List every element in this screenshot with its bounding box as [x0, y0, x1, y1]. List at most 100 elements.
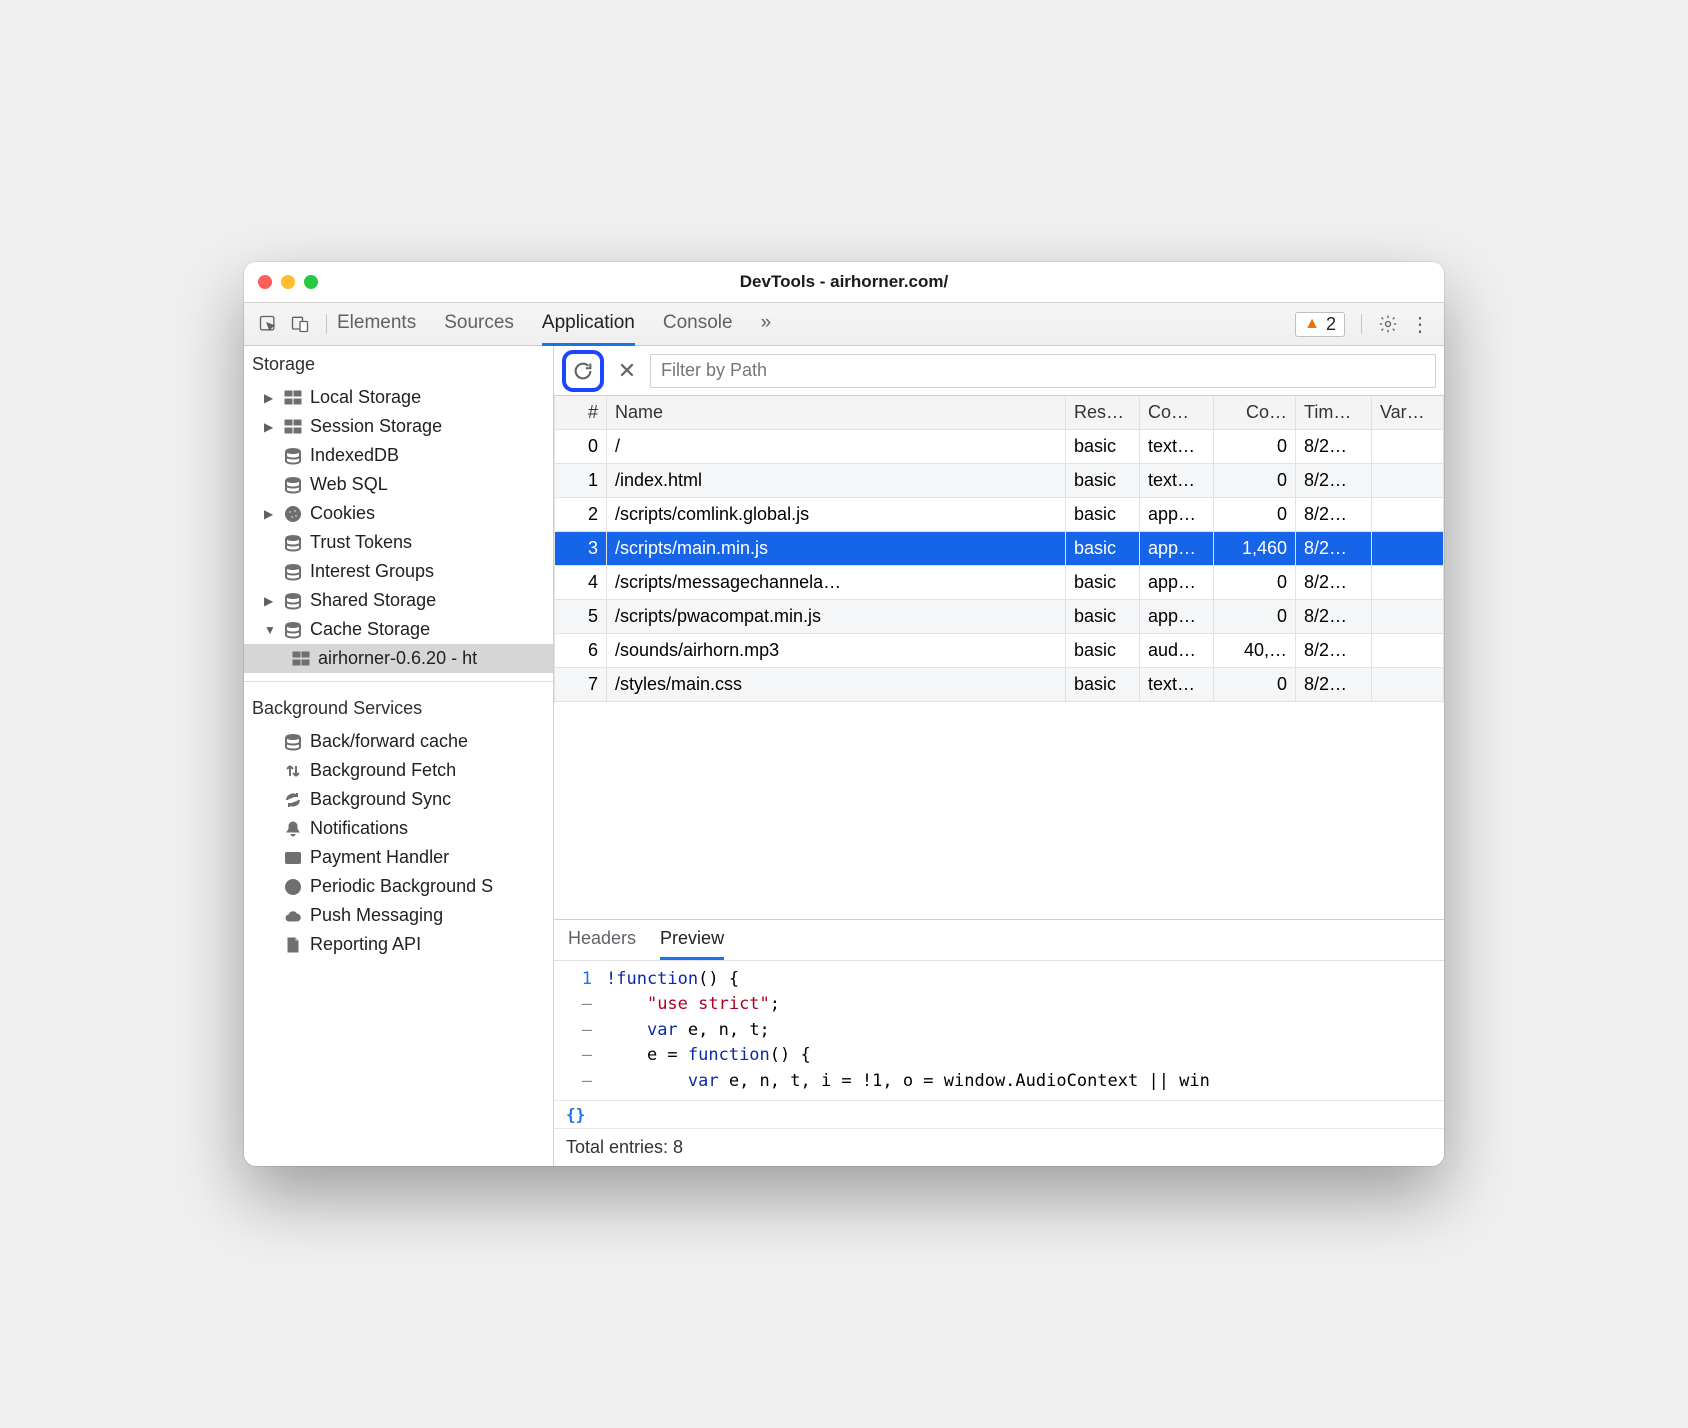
sidebar-item-cache-entry[interactable]: airhorner-0.6.20 - ht	[244, 644, 553, 673]
kebab-menu-icon[interactable]: ⋮	[1404, 312, 1436, 337]
sidebar-item[interactable]: Interest Groups	[244, 557, 553, 586]
table-cell: aud…	[1140, 634, 1214, 668]
table-cell: basic	[1066, 464, 1140, 498]
sidebar-item[interactable]: ▶Shared Storage	[244, 586, 553, 615]
tab-console[interactable]: Console	[663, 303, 733, 346]
table-cell: app…	[1140, 600, 1214, 634]
expand-arrow-icon: ▶	[264, 420, 276, 434]
table-cell: basic	[1066, 634, 1140, 668]
sidebar-item[interactable]: ▶Local Storage	[244, 383, 553, 412]
table-row[interactable]: 3/scripts/main.min.jsbasicapp…1,4608/2…	[555, 532, 1444, 566]
table-cell: 8/2…	[1296, 532, 1372, 566]
table-cell: 0	[1214, 464, 1296, 498]
tab-sources[interactable]: Sources	[444, 303, 514, 346]
table-cell: app…	[1140, 532, 1214, 566]
table-cell: 0	[1214, 668, 1296, 702]
detail-tab-preview[interactable]: Preview	[660, 928, 724, 960]
table-cell: /scripts/pwacompat.min.js	[607, 600, 1066, 634]
clear-filter-button[interactable]: ✕	[614, 358, 640, 384]
tab-elements[interactable]: Elements	[337, 303, 416, 346]
table-cell: 0	[1214, 430, 1296, 464]
cloud-icon	[284, 907, 302, 925]
sidebar-item[interactable]: Periodic Background S	[244, 872, 553, 901]
db-icon	[284, 534, 302, 552]
sidebar-item[interactable]: ▶ Session Storage	[244, 412, 553, 441]
settings-gear-icon[interactable]	[1372, 314, 1404, 334]
separator	[326, 314, 327, 334]
sidebar-item-label: Trust Tokens	[310, 532, 412, 553]
sidebar-item-label: Background Sync	[310, 789, 451, 810]
table-cell	[1372, 464, 1444, 498]
table-cell	[1372, 430, 1444, 464]
expand-arrow-icon: ▶	[264, 594, 276, 608]
table-cell: 8/2…	[1296, 566, 1372, 600]
sidebar-item[interactable]: IndexedDB	[244, 441, 553, 470]
sidebar-item-label: Background Fetch	[310, 760, 456, 781]
sidebar-item[interactable]: Push Messaging	[244, 901, 553, 930]
table-cell: basic	[1066, 532, 1140, 566]
column-header[interactable]: #	[555, 396, 607, 430]
refresh-button[interactable]	[562, 350, 604, 392]
warnings-badge[interactable]: ▲ 2	[1295, 312, 1345, 337]
main-toolbar: Elements Sources Application Console » ▲…	[244, 302, 1444, 346]
sidebar-item[interactable]: Background Fetch	[244, 756, 553, 785]
table-row[interactable]: 0/basictext…08/2…	[555, 430, 1444, 464]
table-cell: 0	[1214, 566, 1296, 600]
table-cell	[1372, 566, 1444, 600]
column-header[interactable]: Co…	[1214, 396, 1296, 430]
db-icon	[284, 476, 302, 494]
sidebar-item[interactable]: Background Sync	[244, 785, 553, 814]
table-row[interactable]: 1/index.htmlbasictext…08/2…	[555, 464, 1444, 498]
column-header[interactable]: Res…	[1066, 396, 1140, 430]
table-cell: text…	[1140, 430, 1214, 464]
bell-icon	[284, 820, 302, 838]
column-header[interactable]: Co…	[1140, 396, 1214, 430]
column-header[interactable]: Tim…	[1296, 396, 1372, 430]
table-cell: 8/2…	[1296, 668, 1372, 702]
cookie-icon	[284, 505, 302, 523]
tabs-overflow[interactable]: »	[761, 303, 772, 346]
table-row[interactable]: 5/scripts/pwacompat.min.jsbasicapp…08/2…	[555, 600, 1444, 634]
table-cell: 8/2…	[1296, 430, 1372, 464]
db-icon	[284, 592, 302, 610]
sidebar-item[interactable]: Notifications	[244, 814, 553, 843]
table-row[interactable]: 4/scripts/messagechannela…basicapp…08/2…	[555, 566, 1444, 600]
table-row[interactable]: 2/scripts/comlink.global.jsbasicapp…08/2…	[555, 498, 1444, 532]
grid-icon	[284, 389, 302, 407]
cache-storage-panel: ✕ #NameRes…Co…Co…Tim…Var… 0/basictext…08…	[554, 346, 1444, 1166]
sidebar-item[interactable]: Payment Handler	[244, 843, 553, 872]
table-row[interactable]: 7/styles/main.cssbasictext…08/2…	[555, 668, 1444, 702]
sidebar-item[interactable]: ▼Cache Storage	[244, 615, 553, 644]
preview-code: 1!function() { – "use strict"; – var e, …	[554, 961, 1444, 1101]
inspect-element-icon[interactable]	[252, 314, 284, 334]
application-sidebar: Storage ▶Local Storage▶Session StorageIn…	[244, 346, 554, 1166]
filter-input[interactable]	[650, 354, 1436, 388]
object-toggle[interactable]: {}	[554, 1100, 1444, 1129]
sidebar-item-label: Web SQL	[310, 474, 388, 495]
detail-tab-headers[interactable]: Headers	[568, 928, 636, 960]
table-cell: basic	[1066, 600, 1140, 634]
sidebar-item[interactable]: Trust Tokens	[244, 528, 553, 557]
sidebar-item[interactable]: Web SQL	[244, 470, 553, 499]
sidebar-item-label: Session Storage	[310, 416, 442, 437]
device-toggle-icon[interactable]	[284, 314, 316, 334]
table-row[interactable]: 6/sounds/airhorn.mp3basicaud…40,…8/2…	[555, 634, 1444, 668]
table-cell: /	[607, 430, 1066, 464]
sidebar-item-label: Reporting API	[310, 934, 421, 955]
table-cell: 8/2…	[1296, 464, 1372, 498]
updown-icon	[284, 762, 302, 780]
column-header[interactable]: Name	[607, 396, 1066, 430]
sidebar-item-label: Back/forward cache	[310, 731, 468, 752]
table-cell: /sounds/airhorn.mp3	[607, 634, 1066, 668]
table-cell: text…	[1140, 464, 1214, 498]
column-header[interactable]: Var…	[1372, 396, 1444, 430]
tab-application[interactable]: Application	[542, 303, 635, 346]
table-cell: 1,460	[1214, 532, 1296, 566]
card-icon	[284, 849, 302, 867]
table-cell: /index.html	[607, 464, 1066, 498]
sidebar-item[interactable]: Back/forward cache	[244, 727, 553, 756]
sidebar-item[interactable]: Reporting API	[244, 930, 553, 959]
sidebar-item[interactable]: ▶Cookies	[244, 499, 553, 528]
table-cell: /scripts/messagechannela…	[607, 566, 1066, 600]
expand-arrow-icon: ▶	[264, 507, 276, 521]
